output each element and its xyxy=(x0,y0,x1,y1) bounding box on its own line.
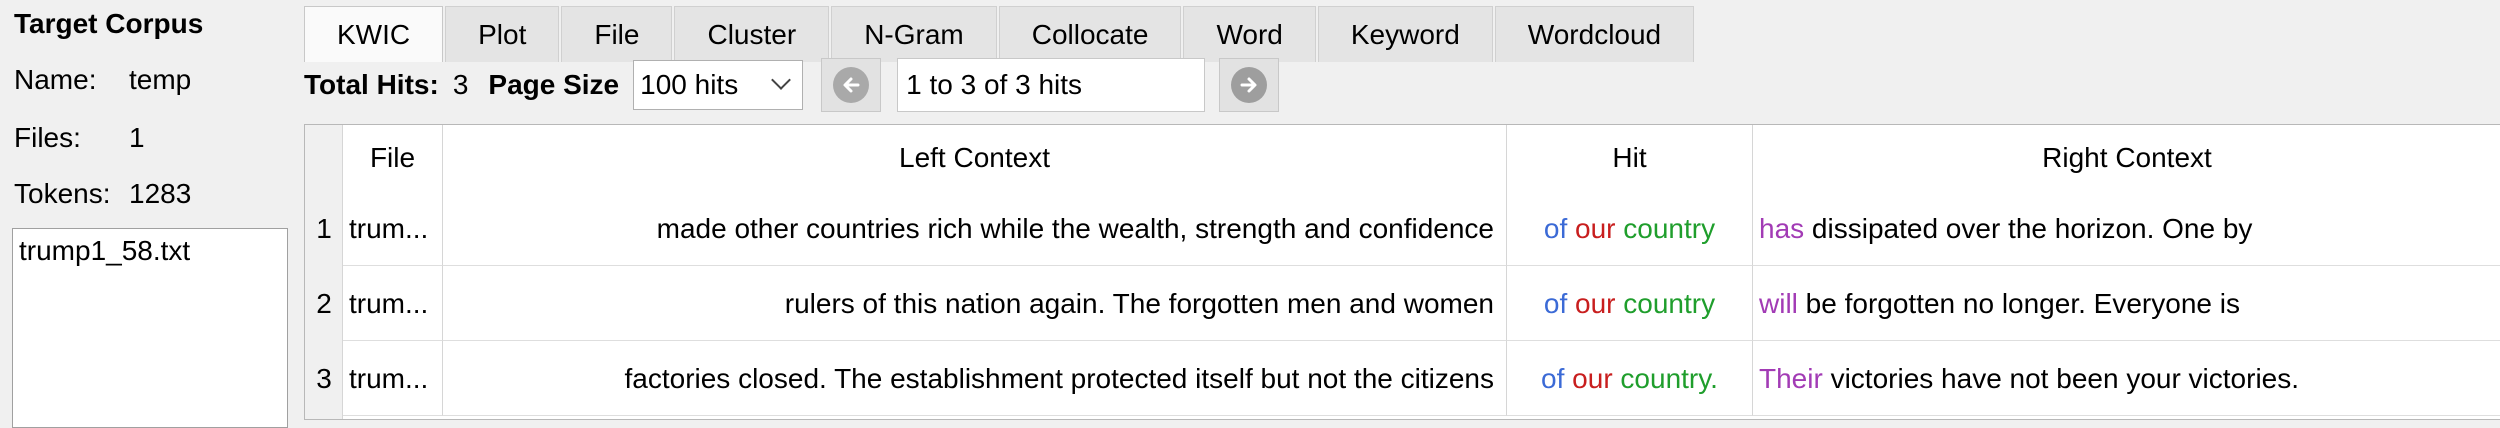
hit-word: our xyxy=(1572,363,1613,394)
hit-range-text: 1 to 3 of 3 hits xyxy=(906,69,1083,100)
hit-word: of xyxy=(1543,288,1568,319)
kwic-toolbar: Total Hits: 3 Page Size 100 hits 1 to 3 … xyxy=(304,56,1280,114)
right-context-first-word: will xyxy=(1759,288,1798,319)
hit-word: of xyxy=(1543,213,1568,244)
row-number: 3 xyxy=(316,363,332,394)
tab-kwic[interactable]: KWIC xyxy=(304,6,444,62)
right-context-cell: has dissipated over the horizon. One by xyxy=(1753,191,2500,266)
hit-range-field[interactable]: 1 to 3 of 3 hits xyxy=(897,58,1206,112)
row-number: 1 xyxy=(316,213,332,244)
corpus-title: Target Corpus xyxy=(14,8,204,39)
tab-ngram[interactable]: N-Gram xyxy=(831,6,997,62)
corpus-name-value: temp xyxy=(129,64,192,95)
corpus-tokens-label: Tokens: xyxy=(14,178,111,209)
corpus-tokens-value: 1283 xyxy=(129,178,192,209)
page-size-label: Page Size xyxy=(488,69,620,100)
tab-collocate[interactable]: Collocate xyxy=(998,6,1182,62)
header-right-context[interactable]: Right Context xyxy=(1753,125,2500,191)
header-hit[interactable]: Hit xyxy=(1507,125,1753,191)
hit-cell: of our country xyxy=(1507,191,1753,266)
hit-word: country. xyxy=(1620,363,1718,394)
hit-cell: of our country xyxy=(1507,266,1753,341)
hit-word: country xyxy=(1623,213,1716,244)
previous-page-button[interactable] xyxy=(821,58,882,112)
row-number: 2 xyxy=(316,288,332,319)
tab-cluster[interactable]: Cluster xyxy=(674,6,830,62)
hit-word: our xyxy=(1575,213,1616,244)
tab-wordcloud[interactable]: Wordcloud xyxy=(1494,6,1695,62)
corpus-files-value: 1 xyxy=(129,122,145,153)
right-context-first-word: Their xyxy=(1759,363,1823,394)
table-row[interactable]: 1 trum... made other countries rich whil… xyxy=(305,191,2500,266)
page-size-select[interactable]: 100 hits xyxy=(633,60,804,110)
corpus-tokens-row: Tokens: 1283 xyxy=(14,178,191,210)
left-context-cell: factories closed. The establishment prot… xyxy=(443,341,1507,416)
file-list-item[interactable]: trump1_58.txt xyxy=(13,229,287,273)
hit-word: our xyxy=(1575,288,1616,319)
hit-word: country xyxy=(1623,288,1716,319)
left-context-cell: rulers of this nation again. The forgott… xyxy=(443,266,1507,341)
right-context-cell: will be forgotten no longer. Everyone is xyxy=(1753,266,2500,341)
hit-cell: of our country. xyxy=(1507,341,1753,416)
corpus-name-row: Name: temp xyxy=(14,64,191,96)
corpus-files-row: Files: 1 xyxy=(14,122,145,154)
corpus-panel: Target Corpus Name: temp Files: 1 Tokens… xyxy=(0,0,300,428)
left-context-cell: made other countries rich while the weal… xyxy=(443,191,1507,266)
header-left-context[interactable]: Left Context xyxy=(443,125,1507,191)
right-context-rest: victories have not been your victories. xyxy=(1822,363,2300,394)
table-row[interactable]: 3 trum... factories closed. The establis… xyxy=(305,341,2500,416)
header-row-number xyxy=(305,125,343,191)
corpus-file-list[interactable]: trump1_58.txt xyxy=(12,228,288,428)
page-size-value: 100 hits xyxy=(640,69,739,100)
corpus-name-label: Name: xyxy=(14,64,97,95)
next-page-button[interactable] xyxy=(1219,58,1280,112)
file-cell: trum... xyxy=(343,341,443,416)
header-file[interactable]: File xyxy=(343,125,443,191)
file-cell: trum... xyxy=(343,266,443,341)
total-hits-value: 3 xyxy=(452,69,469,100)
tab-word[interactable]: Word xyxy=(1183,6,1316,62)
left-arrow-circle-icon xyxy=(833,67,870,103)
right-arrow-circle-icon xyxy=(1231,67,1268,103)
kwic-results-table[interactable]: File Left Context Hit Right Context 1 tr… xyxy=(304,124,2500,420)
right-context-rest: dissipated over the horizon. One by xyxy=(1804,213,2253,244)
file-cell: trum... xyxy=(343,191,443,266)
table-header: File Left Context Hit Right Context xyxy=(305,125,2500,191)
right-context-rest: be forgotten no longer. Everyone is xyxy=(1797,288,2240,319)
total-hits-label: Total Hits: xyxy=(304,69,439,100)
tab-keyword[interactable]: Keyword xyxy=(1317,6,1493,62)
right-context-first-word: has xyxy=(1759,213,1805,244)
tab-file[interactable]: File xyxy=(561,6,673,62)
chevron-down-icon xyxy=(771,70,792,90)
corpus-files-label: Files: xyxy=(14,122,81,153)
tab-plot[interactable]: Plot xyxy=(445,6,560,62)
right-context-cell: Their victories have not been your victo… xyxy=(1753,341,2500,416)
table-row[interactable]: 2 trum... rulers of this nation again. T… xyxy=(305,266,2500,341)
hit-word: of xyxy=(1541,363,1565,394)
